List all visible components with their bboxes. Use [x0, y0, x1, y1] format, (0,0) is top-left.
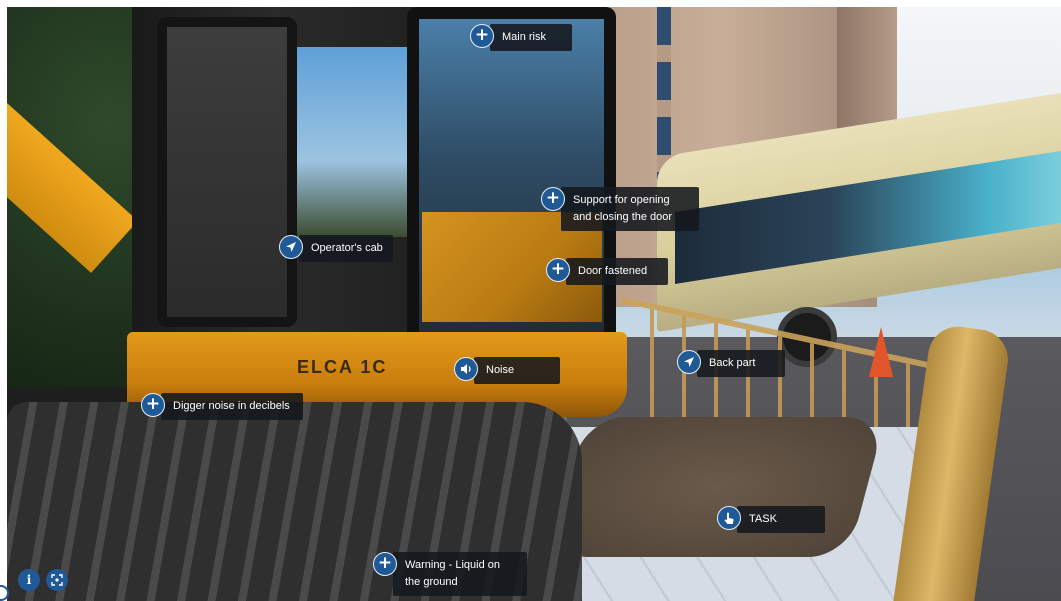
machine-lettering: ELCA 1C [297, 357, 388, 377]
hotspot-label: Back part [697, 350, 785, 377]
hotspot-label: Operator's cab [299, 235, 393, 262]
hotspot-main-risk[interactable]: + Main risk [470, 24, 572, 51]
hotspot-label: Digger noise in decibels [161, 393, 303, 420]
hotspot-noise[interactable]: Noise [454, 357, 560, 384]
info-button[interactable]: i [18, 569, 40, 591]
plus-icon: + [141, 393, 165, 417]
cab-opening [297, 47, 407, 237]
hotspot-back-part[interactable]: Back part [677, 350, 785, 377]
plus-icon: + [546, 258, 570, 282]
dirt-patch [548, 417, 886, 557]
hotspot-label: Support for opening and closing the door [561, 187, 699, 231]
fullscreen-button[interactable] [46, 569, 68, 591]
cab-side-window [157, 17, 297, 327]
hotspot-digger-noise[interactable]: + Digger noise in decibels [141, 393, 303, 420]
hotspot-label: Noise [474, 357, 560, 384]
hotspot-support-door[interactable]: + Support for opening and closing the do… [541, 187, 699, 231]
speaker-icon [454, 357, 478, 381]
hand-pointer-icon [717, 506, 741, 530]
hotspot-operators-cab[interactable]: Operator's cab [279, 235, 393, 262]
navigate-arrow-icon [279, 235, 303, 259]
hotspot-label: Door fastened [566, 258, 668, 285]
info-icon: i [26, 573, 32, 587]
hotspot-label: Main risk [490, 24, 572, 51]
hotspot-task[interactable]: TASK [717, 506, 825, 533]
navigate-arrow-icon [677, 350, 701, 374]
panorama-viewer[interactable]: ELCA 1C + Main risk + Support for openin… [7, 7, 1061, 601]
fullscreen-icon [51, 574, 63, 586]
plus-icon: + [470, 24, 494, 48]
hotspot-door-fastened[interactable]: + Door fastened [546, 258, 668, 285]
hotspot-label: TASK [737, 506, 825, 533]
hotspot-label: Warning - Liquid on the ground [393, 552, 527, 596]
traffic-cone [869, 327, 893, 377]
hotspot-warning-liquid[interactable]: + Warning - Liquid on the ground [373, 552, 527, 596]
plus-icon: + [373, 552, 397, 576]
plus-icon: + [541, 187, 565, 211]
